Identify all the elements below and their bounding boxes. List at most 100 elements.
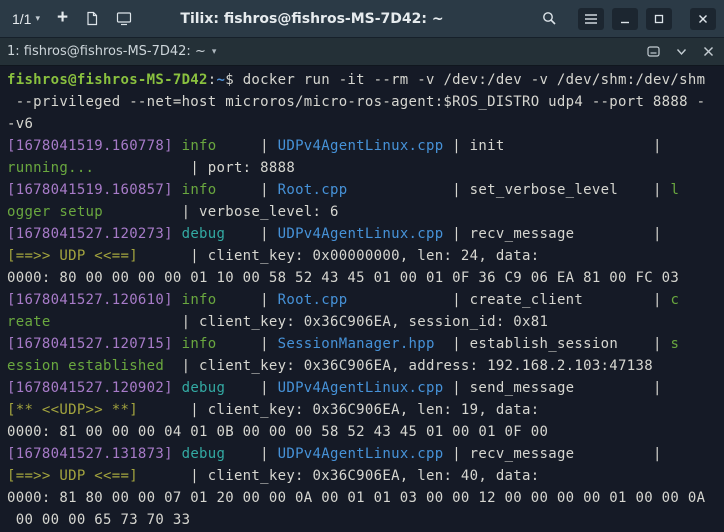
terminal-line: 0000: 81 80 00 00 07 01 20 00 00 0A 00 0… [7,487,724,509]
close-icon [698,14,708,24]
terminal-text-segment [173,380,182,396]
terminal-text-segment: UDPv4AgentLinux.cpp [278,380,444,396]
terminal-text-segment: [1678041519.160778] [7,138,173,154]
terminal-line: --privileged --net=host microros/micro-r… [7,91,724,113]
terminal-line: reate | client_key: 0x36C906EA, session_… [7,311,724,333]
terminal-text-segment [173,138,182,154]
terminal-text-segment: -v6 [7,116,33,132]
terminal-text-segment: | set_verbose_level | [347,182,670,198]
terminal-output[interactable]: fishros@fishros-MS-7D42:~$ docker run -i… [0,66,724,532]
terminal-tab-title-label: 1: fishros@fishros-MS-7D42: ~ [7,44,206,59]
terminal-text-segment: c [670,292,679,308]
terminal-line: [1678041519.160857] info | Root.cpp | se… [7,179,724,201]
terminal-text-segment: | [217,292,278,308]
terminal-text-segment: | [225,226,277,242]
terminal-text-segment: Root.cpp [278,292,348,308]
terminal-text-segment: l [670,182,679,198]
terminal-text-segment [173,226,182,242]
terminal-tab-title[interactable]: 1: fishros@fishros-MS-7D42: ~ ▾ [7,44,216,59]
terminal-line: ogger setup | verbose_level: 6 [7,201,724,223]
terminal-line: [** <<UDP>> **] | client_key: 0x36C906EA… [7,399,724,421]
terminal-text-segment [173,292,182,308]
new-window-button[interactable] [112,9,136,28]
terminal-text-segment: ession established [7,358,164,374]
new-session-button[interactable]: + [53,8,72,29]
terminal-text-segment: | client_key: 0x00000000, len: 24, data: [138,248,540,264]
terminal-text-segment: debug [182,380,226,396]
terminal-line: ession established | client_key: 0x36C90… [7,355,724,377]
terminal-line: [==>> UDP <<==] | client_key: 0x00000000… [7,245,724,267]
minimize-button[interactable] [612,8,638,30]
terminal-text-segment: | client_key: 0x36C906EA, len: 40, data: [138,468,540,484]
close-terminal-button[interactable] [703,46,714,57]
terminal-text-segment: | recv_message | [443,226,670,242]
titlebar-left-controls: 1/1 ▾ + [8,8,145,29]
terminal-text-segment: ogger setup [7,204,103,220]
maximize-button[interactable] [646,8,672,30]
terminal-text-segment: $ docker run -it --rm -v /dev:/dev -v /d… [225,72,705,88]
terminal-line: [==>> UDP <<==] | client_key: 0x36C906EA… [7,465,724,487]
terminal-text-segment: | [225,446,277,462]
document-icon [85,11,99,26]
terminal-text-segment: running... [7,160,94,176]
terminal-text-segment [173,336,182,352]
terminal-text-segment: [1678041519.160857] [7,182,173,198]
terminal-line: [1678041519.160778] info | UDPv4AgentLin… [7,135,724,157]
terminal-line: fishros@fishros-MS-7D42:~$ docker run -i… [7,69,724,91]
close-button[interactable] [690,8,716,30]
session-indicator-dropdown[interactable]: 1/1 ▾ [8,10,44,28]
titlebar: 1/1 ▾ + [0,0,724,38]
terminal-line: [1678041527.120715] info | SessionManage… [7,333,724,355]
terminal-menu-button[interactable] [676,48,687,56]
terminal-text-segment: debug [182,446,226,462]
chevron-down-icon: ▾ [212,47,217,57]
terminal-text-segment: | create_client | [347,292,670,308]
terminal-text-segment: info [182,292,217,308]
terminal-text-segment: | [217,182,278,198]
close-icon [703,46,714,57]
terminal-line: [1678041527.120610] info | Root.cpp | cr… [7,289,724,311]
terminal-line: running... | port: 8888 [7,157,724,179]
terminal-text-segment: | client_key: 0x36C906EA, address: 192.1… [164,358,653,374]
terminal-text-segment: | [217,138,278,154]
terminal-text-segment: | client_key: 0x36C906EA, session_id: 0x… [51,314,549,330]
sync-input-icon [647,45,660,58]
duplicate-session-button[interactable] [81,9,103,28]
terminal-text-segment: [1678041527.120902] [7,380,173,396]
terminal-text-segment: [** <<UDP>> **] [7,402,138,418]
terminal-titlebar-actions [647,45,714,58]
terminal-text-segment: s [670,336,679,352]
search-button[interactable] [538,9,561,28]
terminal-line: 0000: 81 00 00 00 04 01 0B 00 00 00 58 5… [7,421,724,443]
terminal-text-segment: 00 00 00 65 73 70 33 [7,512,190,528]
minimize-icon [620,14,630,24]
terminal-text-segment: | [225,380,277,396]
terminal-text-segment: reate [7,314,51,330]
terminal-text-segment: 0000: 81 80 00 00 07 01 20 00 00 0A 00 0… [7,490,705,506]
terminal-text-segment: [1678041527.120715] [7,336,173,352]
chevron-down-icon: ▾ [35,14,40,23]
terminal-text-segment: debug [182,226,226,242]
terminal-line: [1678041527.120902] debug | UDPv4AgentLi… [7,377,724,399]
terminal-text-segment: | port: 8888 [94,160,295,176]
terminal-line: [1678041527.131873] debug | UDPv4AgentLi… [7,443,724,465]
terminal-text-segment: 0000: 80 00 00 00 00 01 10 00 58 52 43 4… [7,270,679,286]
terminal-text-segment: info [182,138,217,154]
chevron-down-icon [676,48,687,56]
terminal-text-segment: | establish_session | [435,336,671,352]
terminal-text-segment: UDPv4AgentLinux.cpp [278,446,444,462]
terminal-text-segment: --privileged --net=host microros/micro-r… [7,94,705,110]
terminal-text-segment: Root.cpp [278,182,348,198]
terminal-titlebar[interactable]: 1: fishros@fishros-MS-7D42: ~ ▾ [0,38,724,66]
terminal-text-segment: [==>> UDP <<==] [7,468,138,484]
terminal-text-segment [173,446,182,462]
terminal-text-segment: | send_message | [443,380,670,396]
search-icon [542,11,557,26]
terminal-text-segment: ~ [217,72,226,88]
terminal-text-segment: UDPv4AgentLinux.cpp [278,226,444,242]
menu-button[interactable] [578,8,604,30]
sync-input-button[interactable] [647,45,660,58]
terminal-text-segment: [1678041527.131873] [7,446,173,462]
terminal-text-segment: 0000: 81 00 00 00 04 01 0B 00 00 00 58 5… [7,424,548,440]
terminal-text-segment: info [182,336,217,352]
